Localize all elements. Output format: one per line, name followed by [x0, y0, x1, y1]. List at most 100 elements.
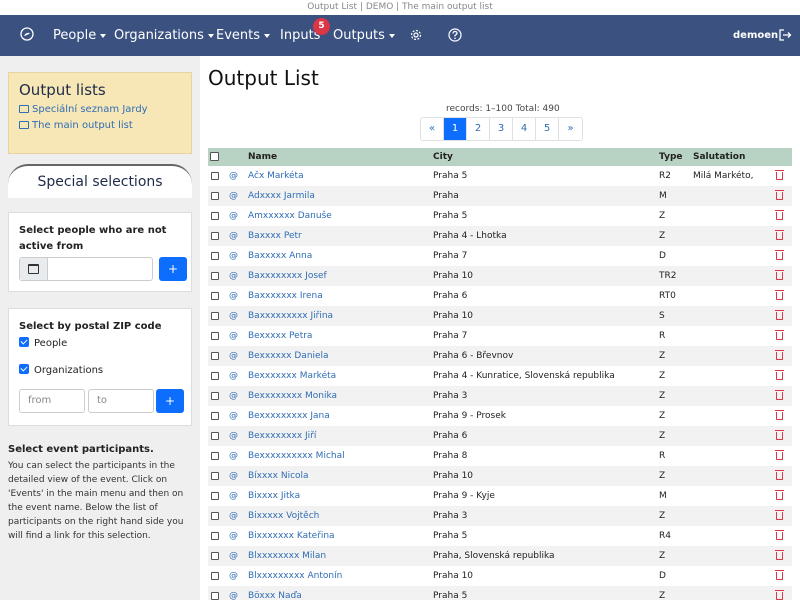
trash-icon[interactable] — [775, 190, 784, 200]
trash-icon[interactable] — [775, 410, 784, 420]
person-name-link[interactable]: Bexxxxxxx Markéta — [248, 366, 336, 386]
email-link[interactable]: @ — [229, 286, 238, 306]
email-link[interactable]: @ — [229, 326, 238, 346]
person-name-link[interactable]: Bexxxxx Petra — [248, 326, 312, 346]
email-link[interactable]: @ — [229, 386, 238, 406]
person-name-link[interactable]: Baxxxxx Anna — [248, 246, 312, 266]
person-name-link[interactable]: Bexxxxxxxxxx Michal — [248, 446, 345, 466]
trash-icon[interactable] — [775, 570, 784, 580]
column-header-type[interactable]: Type — [659, 148, 682, 166]
row-checkbox[interactable] — [211, 512, 219, 520]
pagination-page[interactable]: 4 — [513, 118, 536, 140]
email-link[interactable]: @ — [229, 486, 238, 506]
pagination-page[interactable]: 2 — [467, 118, 490, 140]
row-checkbox[interactable] — [211, 432, 219, 440]
add-inactive-selection-button[interactable]: + — [159, 257, 187, 281]
zip-from-input[interactable]: from — [19, 389, 85, 413]
person-name-link[interactable]: Amxxxxxx Danuše — [248, 206, 332, 226]
pagination-prev[interactable]: « — [421, 118, 444, 140]
row-checkbox[interactable] — [211, 552, 219, 560]
trash-icon[interactable] — [775, 550, 784, 560]
nav-events[interactable]: Events — [216, 15, 271, 56]
row-checkbox[interactable] — [211, 572, 219, 580]
email-link[interactable]: @ — [229, 466, 238, 486]
person-name-link[interactable]: Baxxxx Petr — [248, 226, 302, 246]
row-checkbox[interactable] — [211, 592, 219, 600]
row-checkbox[interactable] — [211, 272, 219, 280]
row-checkbox[interactable] — [211, 292, 219, 300]
calendar-button[interactable] — [20, 258, 48, 280]
column-header-salutation[interactable]: Salutation — [693, 148, 745, 166]
pagination-next[interactable]: » — [559, 118, 582, 140]
trash-icon[interactable] — [775, 590, 784, 600]
email-link[interactable]: @ — [229, 266, 238, 286]
trash-icon[interactable] — [775, 250, 784, 260]
row-checkbox[interactable] — [211, 232, 219, 240]
question-circle-icon[interactable] — [448, 28, 462, 42]
trash-icon[interactable] — [775, 270, 784, 280]
email-link[interactable]: @ — [229, 426, 238, 446]
email-link[interactable]: @ — [229, 406, 238, 426]
select-all-checkbox[interactable] — [210, 152, 219, 161]
row-checkbox[interactable] — [211, 172, 219, 180]
trash-icon[interactable] — [775, 310, 784, 320]
trash-icon[interactable] — [775, 390, 784, 400]
person-name-link[interactable]: Baxxxxxxxxx Jiřina — [248, 306, 333, 326]
row-checkbox[interactable] — [211, 212, 219, 220]
user-name[interactable]: demoen — [733, 15, 778, 56]
row-checkbox[interactable] — [211, 352, 219, 360]
inactive-date-input[interactable] — [19, 257, 153, 281]
gear-icon[interactable] — [409, 28, 423, 42]
email-link[interactable]: @ — [229, 526, 238, 546]
person-name-link[interactable]: Adxxxx Jarmila — [248, 186, 315, 206]
trash-icon[interactable] — [775, 450, 784, 460]
person-name-link[interactable]: Bixxxx Jitka — [248, 486, 300, 506]
person-name-link[interactable]: Bexxxxxxxx Jiří — [248, 426, 316, 446]
person-name-link[interactable]: Bexxxxxxxx Monika — [248, 386, 337, 406]
column-header-city[interactable]: City — [433, 148, 453, 166]
email-link[interactable]: @ — [229, 566, 238, 586]
email-link[interactable]: @ — [229, 226, 238, 246]
trash-icon[interactable] — [775, 350, 784, 360]
pagination-page[interactable]: 5 — [536, 118, 559, 140]
row-checkbox[interactable] — [211, 452, 219, 460]
person-name-link[interactable]: Blxxxxxxxx Milan — [248, 546, 326, 566]
trash-icon[interactable] — [775, 470, 784, 480]
person-name-link[interactable]: Böxxx Naďa — [248, 586, 302, 600]
trash-icon[interactable] — [775, 510, 784, 520]
trash-icon[interactable] — [775, 530, 784, 540]
row-checkbox[interactable] — [211, 392, 219, 400]
person-name-link[interactable]: Ačx Markéta — [248, 166, 304, 186]
email-link[interactable]: @ — [229, 506, 238, 526]
row-checkbox[interactable] — [211, 252, 219, 260]
person-name-link[interactable]: Bexxxxxx Daniela — [248, 346, 329, 366]
pagination-page[interactable]: 3 — [490, 118, 513, 140]
row-checkbox[interactable] — [211, 332, 219, 340]
email-link[interactable]: @ — [229, 246, 238, 266]
trash-icon[interactable] — [775, 230, 784, 240]
row-checkbox[interactable] — [211, 372, 219, 380]
person-name-link[interactable]: Baxxxxxxxx Josef — [248, 266, 327, 286]
person-name-link[interactable]: Bíxxxx Nicola — [248, 466, 309, 486]
row-checkbox[interactable] — [211, 192, 219, 200]
person-name-link[interactable]: Bixxxxxxx Kateřina — [248, 526, 335, 546]
email-link[interactable]: @ — [229, 306, 238, 326]
logout-icon[interactable] — [778, 28, 792, 42]
row-checkbox[interactable] — [211, 412, 219, 420]
email-link[interactable]: @ — [229, 186, 238, 206]
trash-icon[interactable] — [775, 430, 784, 440]
email-link[interactable]: @ — [229, 166, 238, 186]
email-link[interactable]: @ — [229, 206, 238, 226]
add-zip-selection-button[interactable]: + — [156, 389, 184, 413]
output-list-link[interactable]: Speciální seznam Jardy — [19, 104, 181, 115]
trash-icon[interactable] — [775, 370, 784, 380]
person-name-link[interactable]: Bexxxxxxxxx Jana — [248, 406, 330, 426]
email-link[interactable]: @ — [229, 346, 238, 366]
person-name-link[interactable]: Blxxxxxxxxx Antonín — [248, 566, 342, 586]
people-checkbox[interactable]: People — [19, 337, 67, 349]
email-link[interactable]: @ — [229, 366, 238, 386]
person-name-link[interactable]: Bixxxxx Vojtěch — [248, 506, 319, 526]
row-checkbox[interactable] — [211, 472, 219, 480]
output-list-link[interactable]: The main output list — [19, 120, 181, 131]
zip-to-input[interactable]: to — [88, 389, 154, 413]
